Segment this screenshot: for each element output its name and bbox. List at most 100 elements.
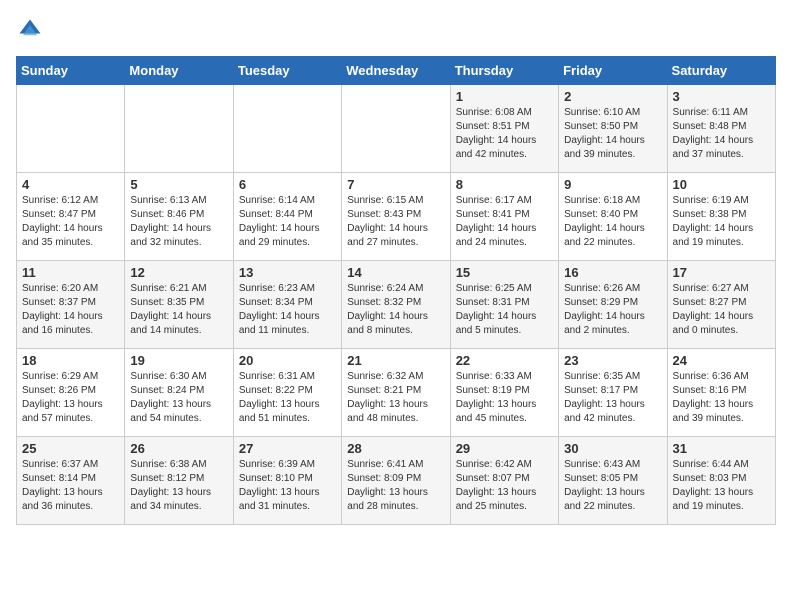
week-row-2: 11 Sunrise: 6:20 AM Sunset: 8:37 PM Dayli… — [17, 261, 776, 349]
day-number: 20 — [239, 353, 336, 368]
day-number: 1 — [456, 89, 553, 104]
week-row-3: 18 Sunrise: 6:29 AM Sunset: 8:26 PM Dayli… — [17, 349, 776, 437]
day-info: Sunrise: 6:14 AM Sunset: 8:44 PM Dayligh… — [239, 194, 336, 250]
calendar-cell — [17, 85, 125, 173]
calendar-cell: 29 Sunrise: 6:42 AM Sunset: 8:07 PM Dayli… — [450, 437, 558, 525]
calendar-cell: 27 Sunrise: 6:39 AM Sunset: 8:10 PM Dayli… — [233, 437, 341, 525]
calendar-cell: 31 Sunrise: 6:44 AM Sunset: 8:03 PM Dayli… — [667, 437, 775, 525]
day-info: Sunrise: 6:17 AM Sunset: 8:41 PM Dayligh… — [456, 194, 553, 250]
weekday-header-row: SundayMondayTuesdayWednesdayThursdayFrid… — [17, 57, 776, 85]
weekday-header-sunday: Sunday — [17, 57, 125, 85]
day-number: 3 — [673, 89, 770, 104]
calendar-cell: 11 Sunrise: 6:20 AM Sunset: 8:37 PM Dayli… — [17, 261, 125, 349]
logo — [16, 16, 48, 44]
calendar-table: SundayMondayTuesdayWednesdayThursdayFrid… — [16, 56, 776, 525]
day-info: Sunrise: 6:25 AM Sunset: 8:31 PM Dayligh… — [456, 282, 553, 338]
weekday-header-wednesday: Wednesday — [342, 57, 450, 85]
day-info: Sunrise: 6:20 AM Sunset: 8:37 PM Dayligh… — [22, 282, 119, 338]
day-number: 28 — [347, 441, 444, 456]
day-number: 29 — [456, 441, 553, 456]
day-info: Sunrise: 6:15 AM Sunset: 8:43 PM Dayligh… — [347, 194, 444, 250]
day-number: 21 — [347, 353, 444, 368]
day-number: 24 — [673, 353, 770, 368]
day-number: 14 — [347, 265, 444, 280]
calendar-cell: 23 Sunrise: 6:35 AM Sunset: 8:17 PM Dayli… — [559, 349, 667, 437]
day-number: 9 — [564, 177, 661, 192]
calendar-cell: 26Sunrise: 6:38 AM Sunset: 8:12 PM Dayli… — [125, 437, 233, 525]
day-number: 7 — [347, 177, 444, 192]
day-info: Sunrise: 6:21 AM Sunset: 8:35 PM Dayligh… — [130, 282, 227, 338]
calendar-cell: 21 Sunrise: 6:32 AM Sunset: 8:21 PM Dayli… — [342, 349, 450, 437]
day-number: 13 — [239, 265, 336, 280]
day-number: 31 — [673, 441, 770, 456]
logo-icon — [16, 16, 44, 44]
day-number: 6 — [239, 177, 336, 192]
day-info: Sunrise: 6:27 AM Sunset: 8:27 PM Dayligh… — [673, 282, 770, 338]
calendar-cell — [125, 85, 233, 173]
day-info: Sunrise: 6:37 AM Sunset: 8:14 PM Dayligh… — [22, 458, 119, 514]
day-info: Sunrise: 6:23 AM Sunset: 8:34 PM Dayligh… — [239, 282, 336, 338]
day-info: Sunrise: 6:26 AM Sunset: 8:29 PM Dayligh… — [564, 282, 661, 338]
day-number: 19 — [130, 353, 227, 368]
weekday-header-tuesday: Tuesday — [233, 57, 341, 85]
calendar-cell: 8 Sunrise: 6:17 AM Sunset: 8:41 PM Daylig… — [450, 173, 558, 261]
calendar-cell: 5 Sunrise: 6:13 AM Sunset: 8:46 PM Daylig… — [125, 173, 233, 261]
day-number: 27 — [239, 441, 336, 456]
week-row-0: 1 Sunrise: 6:08 AM Sunset: 8:51 PM Daylig… — [17, 85, 776, 173]
page-header — [16, 16, 776, 44]
day-info: Sunrise: 6:38 AM Sunset: 8:12 PM Dayligh… — [130, 458, 227, 514]
day-info: Sunrise: 6:29 AM Sunset: 8:26 PM Dayligh… — [22, 370, 119, 426]
calendar-cell: 9Sunrise: 6:18 AM Sunset: 8:40 PM Daylig… — [559, 173, 667, 261]
day-number: 30 — [564, 441, 661, 456]
weekday-header-thursday: Thursday — [450, 57, 558, 85]
calendar-cell: 1 Sunrise: 6:08 AM Sunset: 8:51 PM Daylig… — [450, 85, 558, 173]
calendar-cell: 13 Sunrise: 6:23 AM Sunset: 8:34 PM Dayli… — [233, 261, 341, 349]
day-info: Sunrise: 6:39 AM Sunset: 8:10 PM Dayligh… — [239, 458, 336, 514]
day-number: 11 — [22, 265, 119, 280]
day-info: Sunrise: 6:43 AM Sunset: 8:05 PM Dayligh… — [564, 458, 661, 514]
calendar-cell: 7 Sunrise: 6:15 AM Sunset: 8:43 PM Daylig… — [342, 173, 450, 261]
day-info: Sunrise: 6:35 AM Sunset: 8:17 PM Dayligh… — [564, 370, 661, 426]
day-number: 16 — [564, 265, 661, 280]
day-info: Sunrise: 6:12 AM Sunset: 8:47 PM Dayligh… — [22, 194, 119, 250]
calendar-cell: 10 Sunrise: 6:19 AM Sunset: 8:38 PM Dayli… — [667, 173, 775, 261]
day-info: Sunrise: 6:32 AM Sunset: 8:21 PM Dayligh… — [347, 370, 444, 426]
day-info: Sunrise: 6:10 AM Sunset: 8:50 PM Dayligh… — [564, 106, 661, 162]
day-number: 15 — [456, 265, 553, 280]
day-info: Sunrise: 6:30 AM Sunset: 8:24 PM Dayligh… — [130, 370, 227, 426]
day-info: Sunrise: 6:44 AM Sunset: 8:03 PM Dayligh… — [673, 458, 770, 514]
day-number: 10 — [673, 177, 770, 192]
day-number: 25 — [22, 441, 119, 456]
day-number: 4 — [22, 177, 119, 192]
day-number: 22 — [456, 353, 553, 368]
day-info: Sunrise: 6:19 AM Sunset: 8:38 PM Dayligh… — [673, 194, 770, 250]
calendar-cell: 4 Sunrise: 6:12 AM Sunset: 8:47 PM Daylig… — [17, 173, 125, 261]
day-info: Sunrise: 6:24 AM Sunset: 8:32 PM Dayligh… — [347, 282, 444, 338]
day-info: Sunrise: 6:36 AM Sunset: 8:16 PM Dayligh… — [673, 370, 770, 426]
calendar-cell: 17 Sunrise: 6:27 AM Sunset: 8:27 PM Dayli… — [667, 261, 775, 349]
day-number: 5 — [130, 177, 227, 192]
day-info: Sunrise: 6:33 AM Sunset: 8:19 PM Dayligh… — [456, 370, 553, 426]
day-number: 23 — [564, 353, 661, 368]
calendar-cell: 16 Sunrise: 6:26 AM Sunset: 8:29 PM Dayli… — [559, 261, 667, 349]
weekday-header-saturday: Saturday — [667, 57, 775, 85]
day-number: 18 — [22, 353, 119, 368]
day-info: Sunrise: 6:08 AM Sunset: 8:51 PM Dayligh… — [456, 106, 553, 162]
calendar-cell: 18 Sunrise: 6:29 AM Sunset: 8:26 PM Dayli… — [17, 349, 125, 437]
weekday-header-monday: Monday — [125, 57, 233, 85]
calendar-cell: 22 Sunrise: 6:33 AM Sunset: 8:19 PM Dayli… — [450, 349, 558, 437]
day-info: Sunrise: 6:41 AM Sunset: 8:09 PM Dayligh… — [347, 458, 444, 514]
calendar-cell: 3Sunrise: 6:11 AM Sunset: 8:48 PM Daylig… — [667, 85, 775, 173]
calendar-cell: 28 Sunrise: 6:41 AM Sunset: 8:09 PM Dayli… — [342, 437, 450, 525]
calendar-cell: 30 Sunrise: 6:43 AM Sunset: 8:05 PM Dayli… — [559, 437, 667, 525]
day-number: 17 — [673, 265, 770, 280]
day-info: Sunrise: 6:42 AM Sunset: 8:07 PM Dayligh… — [456, 458, 553, 514]
calendar-cell: 14 Sunrise: 6:24 AM Sunset: 8:32 PM Dayli… — [342, 261, 450, 349]
week-row-1: 4 Sunrise: 6:12 AM Sunset: 8:47 PM Daylig… — [17, 173, 776, 261]
calendar-cell: 24 Sunrise: 6:36 AM Sunset: 8:16 PM Dayli… — [667, 349, 775, 437]
calendar-cell — [233, 85, 341, 173]
calendar-cell: 2Sunrise: 6:10 AM Sunset: 8:50 PM Daylig… — [559, 85, 667, 173]
day-info: Sunrise: 6:13 AM Sunset: 8:46 PM Dayligh… — [130, 194, 227, 250]
day-number: 8 — [456, 177, 553, 192]
weekday-header-friday: Friday — [559, 57, 667, 85]
